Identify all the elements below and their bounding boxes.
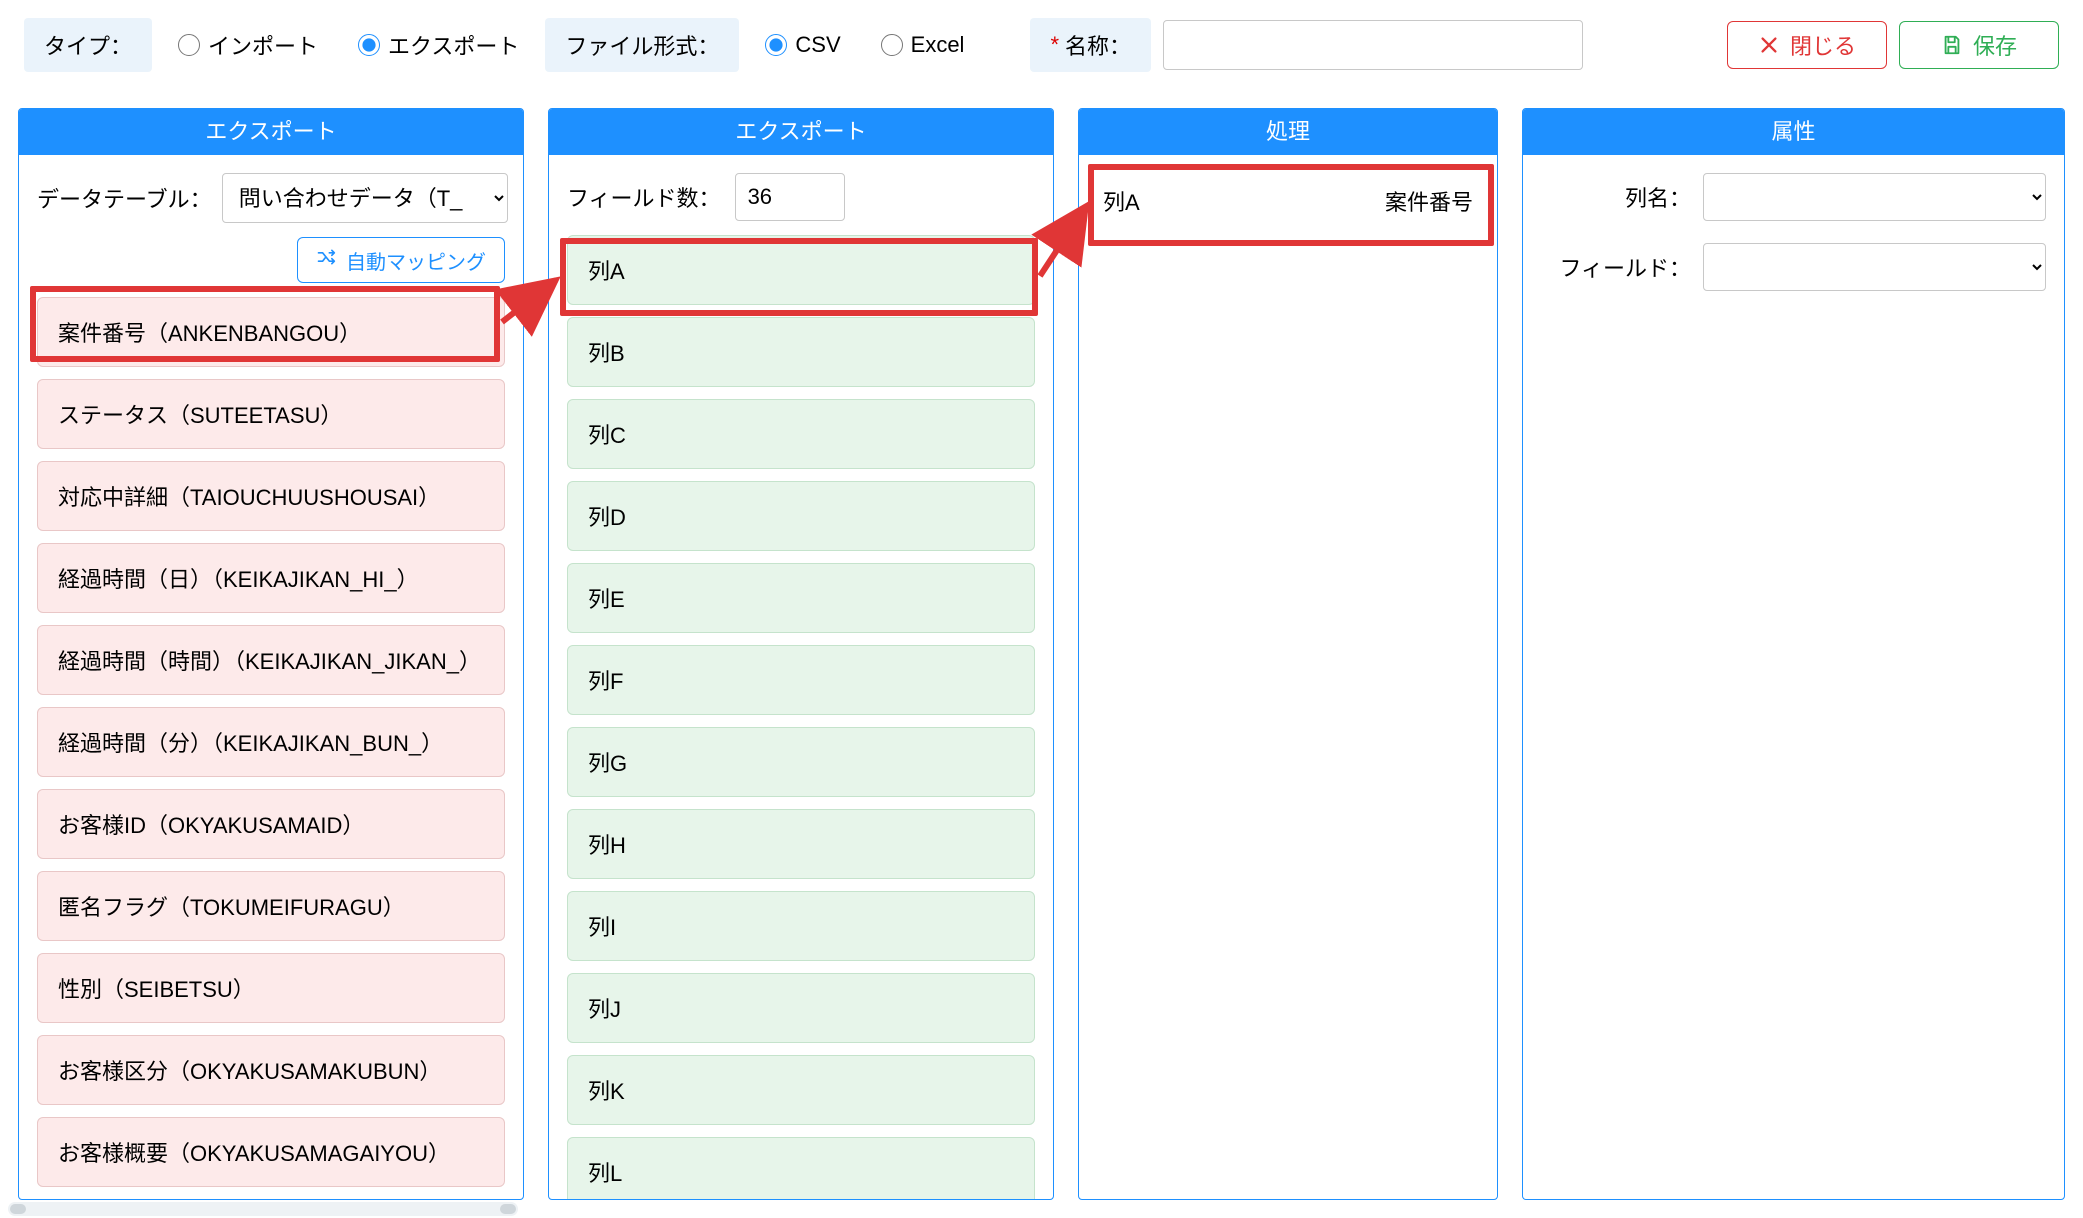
panel-processing: 処理 列A 案件番号 (1078, 108, 1498, 1200)
format-radio-csv-label: CSV (795, 32, 840, 58)
save-icon (1941, 34, 1963, 56)
panel1-title: エクスポート (19, 109, 523, 155)
fieldcount-row: フィールド数： (567, 173, 1035, 221)
datatable-select[interactable]: 問い合わせデータ（T_ (222, 173, 508, 223)
datatable-label: データテーブル： (37, 182, 212, 214)
type-radio-export[interactable]: エクスポート (344, 18, 533, 72)
hscroll-left-icon (10, 1204, 26, 1214)
panel3-body[interactable]: 列A 案件番号 (1079, 155, 1497, 1199)
panel1-body[interactable]: データテーブル： 問い合わせデータ（T_ 自動マッピング 案件番号（ANKENB… (19, 155, 523, 1199)
type-radio-import[interactable]: インポート (164, 18, 332, 72)
automap-row: 自動マッピング (37, 237, 505, 283)
field-item[interactable]: 案件番号（ANKENBANGOU） (37, 297, 505, 367)
field-item[interactable]: 経過時間（日）（KEIKAJIKAN_HI_） (37, 543, 505, 613)
format-radio-csv-input[interactable] (765, 34, 787, 56)
required-star-icon: * (1050, 32, 1059, 58)
name-input[interactable] (1163, 20, 1583, 70)
field-item[interactable]: 性別（SEIBETSU） (37, 953, 505, 1023)
field-item[interactable]: 対応中詳細（TAIOUCHUUSHOUSAI） (37, 461, 505, 531)
panel3-title: 処理 (1079, 109, 1497, 155)
processing-col: 列A (1103, 185, 1140, 217)
column-item[interactable]: 列H (567, 809, 1035, 879)
close-button[interactable]: 閉じる (1727, 21, 1887, 69)
type-label-chip: タイプ： (24, 18, 152, 72)
shuffle-icon (316, 247, 336, 273)
field-list: 案件番号（ANKENBANGOU） ステータス（SUTEETASU） 対応中詳細（T… (37, 297, 505, 1187)
column-item[interactable]: 列L (567, 1137, 1035, 1199)
datatable-row: データテーブル： 問い合わせデータ（T_ (37, 173, 505, 223)
field-item[interactable]: お客様ID（OKYAKUSAMAID） (37, 789, 505, 859)
format-radio-excel[interactable]: Excel (867, 18, 979, 72)
horizontal-scrollbar[interactable] (8, 1202, 518, 1216)
type-radio-import-input[interactable] (178, 34, 200, 56)
fieldcount-input[interactable] (735, 173, 845, 221)
column-item[interactable]: 列I (567, 891, 1035, 961)
name-label-chip: * 名称： (1030, 18, 1151, 72)
format-radio-excel-input[interactable] (881, 34, 903, 56)
format-radio-csv[interactable]: CSV (751, 18, 854, 72)
type-radio-export-label: エクスポート (388, 29, 519, 61)
panel4-body: 列名： フィールド： (1523, 155, 2064, 1199)
field-item[interactable]: お客様区分（OKYAKUSAMAKUBUN） (37, 1035, 505, 1105)
format-radio-excel-label: Excel (911, 32, 965, 58)
processing-list: 列A 案件番号 (1097, 173, 1479, 229)
format-label-chip: ファイル形式： (545, 18, 739, 72)
panel-source-fields: エクスポート データテーブル： 問い合わせデータ（T_ 自動マッピング 案件番号… (18, 108, 524, 1200)
topbar: タイプ： インポート エクスポート ファイル形式： CSV Excel * 名称… (0, 0, 2083, 90)
type-label: タイプ： (44, 29, 132, 61)
column-item[interactable]: 列J (567, 973, 1035, 1043)
column-list: 列A 列B 列C 列D 列E 列F 列G 列H 列I 列J 列K 列L (567, 235, 1035, 1199)
field-item[interactable]: ステータス（SUTEETASU） (37, 379, 505, 449)
save-button-label: 保存 (1973, 29, 2017, 61)
field-item[interactable]: 経過時間（分）（KEIKAJIKAN_BUN_） (37, 707, 505, 777)
format-label: ファイル形式： (565, 29, 719, 61)
board: エクスポート データテーブル： 問い合わせデータ（T_ 自動マッピング 案件番号… (18, 108, 2065, 1200)
column-item[interactable]: 列C (567, 399, 1035, 469)
fieldcount-label: フィールド数： (567, 181, 721, 213)
field-item[interactable]: 経過時間（時間）（KEIKAJIKAN_JIKAN_） (37, 625, 505, 695)
automap-label: 自動マッピング (346, 246, 486, 275)
save-button[interactable]: 保存 (1899, 21, 2059, 69)
column-item[interactable]: 列D (567, 481, 1035, 551)
column-item[interactable]: 列F (567, 645, 1035, 715)
name-label: 名称： (1065, 29, 1131, 61)
column-item[interactable]: 列B (567, 317, 1035, 387)
processing-field: 案件番号 (1385, 185, 1473, 217)
attr-colname-row: 列名： (1541, 173, 2046, 221)
panel-columns: エクスポート フィールド数： 列A 列B 列C 列D 列E 列F 列G 列H 列I 列J 列K 列L (548, 108, 1054, 1200)
close-icon (1758, 34, 1780, 56)
processing-row[interactable]: 列A 案件番号 (1097, 173, 1479, 229)
type-radio-import-label: インポート (208, 29, 318, 61)
attr-colname-select[interactable] (1703, 173, 2046, 221)
attr-field-row: フィールド： (1541, 243, 2046, 291)
attr-colname-label: 列名： (1541, 181, 1691, 213)
attr-field-select[interactable] (1703, 243, 2046, 291)
panel2-title: エクスポート (549, 109, 1053, 155)
panel4-title: 属性 (1523, 109, 2064, 155)
close-button-label: 閉じる (1790, 29, 1856, 61)
automap-button[interactable]: 自動マッピング (297, 237, 505, 283)
hscroll-right-icon (500, 1204, 516, 1214)
panel2-body[interactable]: フィールド数： 列A 列B 列C 列D 列E 列F 列G 列H 列I 列J 列K 列L (549, 155, 1053, 1199)
type-radio-export-input[interactable] (358, 34, 380, 56)
field-item[interactable]: 匿名フラグ（TOKUMEIFURAGU） (37, 871, 505, 941)
panel-attributes: 属性 列名： フィールド： (1522, 108, 2065, 1200)
field-item[interactable]: お客様概要（OKYAKUSAMAGAIYOU） (37, 1117, 505, 1187)
column-item[interactable]: 列K (567, 1055, 1035, 1125)
column-item[interactable]: 列A (567, 235, 1035, 305)
column-item[interactable]: 列G (567, 727, 1035, 797)
attr-field-label: フィールド： (1541, 251, 1691, 283)
column-item[interactable]: 列E (567, 563, 1035, 633)
